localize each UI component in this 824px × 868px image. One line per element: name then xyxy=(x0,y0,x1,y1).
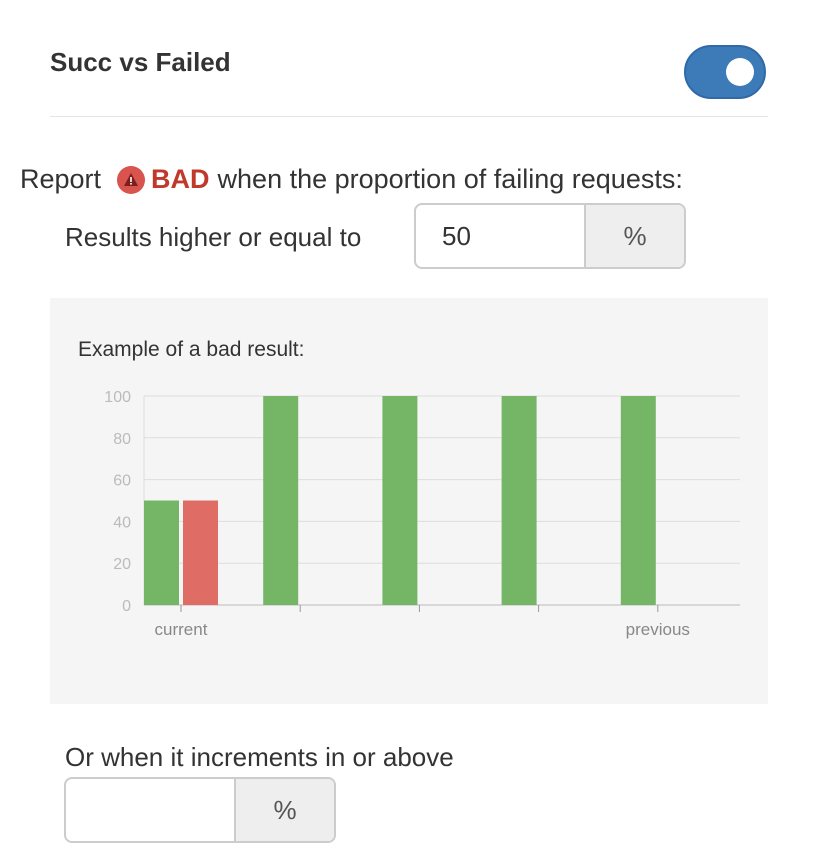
x-tick-label: previous xyxy=(626,620,690,639)
increment-label: Or when it increments in or above xyxy=(65,742,454,772)
threshold-unit-addon: % xyxy=(586,205,684,267)
threshold-input[interactable]: 50 xyxy=(416,205,586,267)
y-tick-label: 20 xyxy=(113,556,131,573)
y-tick-label: 40 xyxy=(113,514,131,531)
y-tick-label: 0 xyxy=(122,598,131,615)
panel-title: Succ vs Failed xyxy=(50,47,231,77)
y-tick-label: 60 xyxy=(113,473,131,490)
success-bar xyxy=(501,396,537,605)
y-tick-label: 80 xyxy=(113,431,131,448)
x-tick-label: current xyxy=(155,620,208,639)
threshold-label: Results higher or equal to xyxy=(65,222,362,252)
success-bar xyxy=(263,396,299,605)
increment-input-group: % xyxy=(64,777,336,843)
report-prefix: Report xyxy=(20,164,102,194)
bad-status-label: BAD xyxy=(151,164,210,194)
enable-toggle[interactable] xyxy=(684,45,766,99)
increment-unit-addon: % xyxy=(236,779,334,841)
success-bar xyxy=(144,500,179,605)
example-panel: Example of a bad result: 0 20 40 60 80 100 cur… xyxy=(50,298,768,704)
threshold-input-group: 50 % xyxy=(414,203,686,269)
success-bar xyxy=(382,396,418,605)
success-bar xyxy=(620,396,656,605)
y-tick-label: 100 xyxy=(104,389,131,406)
failed-bar xyxy=(183,500,218,605)
divider xyxy=(50,116,768,117)
toggle-knob[interactable] xyxy=(726,58,754,86)
report-sentence: Report BAD when the proportion of failin… xyxy=(20,164,683,195)
warning-triangle-icon xyxy=(117,165,146,194)
example-chart: 0 20 40 60 80 100 current previous xyxy=(104,389,740,639)
increment-input[interactable] xyxy=(66,779,236,841)
report-suffix: when the proportion of failing requests: xyxy=(217,164,683,194)
